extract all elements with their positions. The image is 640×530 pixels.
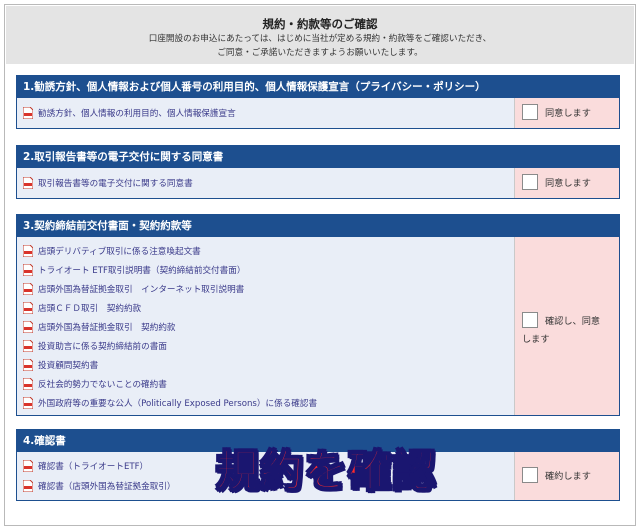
section-title: 1.勧誘方針、個人情報および個人番号の利用目的、個人情報保護宣言（プライバシー・… — [17, 76, 619, 98]
pdf-icon — [23, 460, 33, 472]
document-list: 店頭デリバティブ取引に係る注意喚起文書 トライオート ETF取引説明書（契約締結… — [17, 237, 514, 415]
agree-label: 同意します — [545, 108, 591, 119]
document-title: トライオート ETF取引説明書（契約締結前交付書面） — [38, 266, 246, 276]
pdf-icon — [23, 107, 33, 119]
agree-label: 確約します — [545, 471, 591, 482]
document-title: 店頭ＣＦＤ取引 契約約款 — [38, 304, 142, 314]
agree-option[interactable]: 同意します — [522, 104, 591, 120]
page-header: 規約・約款等のご確認 口座開設のお申込にあたっては、はじめに当社が定める規約・約… — [6, 6, 634, 64]
section-title: 2.取引報告書等の電子交付に関する同意書 — [17, 146, 619, 168]
pdf-icon — [23, 340, 33, 352]
pdf-icon — [23, 177, 33, 189]
document-link[interactable]: 店頭外国為替証拠金取引 インターネット取引説明書 — [23, 281, 244, 297]
agree-checkbox[interactable] — [522, 467, 538, 483]
document-link[interactable]: 勧誘方針、個人情報の利用目的、個人情報保護宣言 — [23, 105, 236, 121]
document-link[interactable]: 店頭ＣＦＤ取引 契約約款 — [23, 300, 141, 316]
agree-checkbox[interactable] — [522, 312, 538, 328]
agree-option[interactable]: 確認し、同意 — [522, 312, 600, 328]
document-link[interactable]: 店頭デリバティブ取引に係る注意喚起文書 — [23, 243, 201, 259]
document-link[interactable]: 投資助言に係る契約締結前の書面 — [23, 338, 167, 354]
document-title: 外国政府等の重要な公人（Politically Exposed Persons）… — [38, 399, 318, 409]
pdf-icon — [23, 283, 33, 295]
document-link[interactable]: 投資顧問契約書 — [23, 357, 98, 373]
section-title: 3.契約締結前交付書面・契約約款等 — [17, 215, 619, 237]
agree-label-continued: します — [522, 334, 550, 345]
agree-panel: 同意します — [514, 98, 619, 128]
document-title: 投資助言に係る契約締結前の書面 — [38, 342, 167, 352]
section-body: 勧誘方針、個人情報の利用目的、個人情報保護宣言 同意します — [17, 98, 619, 128]
pdf-icon — [23, 302, 33, 314]
document-title: 取引報告書等の電子交付に関する同意書 — [38, 179, 193, 189]
agree-panel: 同意します — [514, 168, 619, 198]
pdf-icon — [23, 321, 33, 333]
document-link[interactable]: 取引報告書等の電子交付に関する同意書 — [23, 175, 193, 191]
document-title: 勧誘方針、個人情報の利用目的、個人情報保護宣言 — [38, 109, 236, 119]
document-title: 確認書（トライオートETF） — [38, 462, 149, 472]
agree-panel: 確約します — [514, 452, 619, 500]
agree-checkbox[interactable] — [522, 104, 538, 120]
document-link[interactable]: 確認書（トライオートETF） — [23, 458, 148, 474]
pdf-icon — [23, 264, 33, 276]
document-link[interactable]: 確認書（店頭外国為替証拠金取引） — [23, 478, 176, 494]
document-link[interactable]: 店頭外国為替証拠金取引 契約約款 — [23, 319, 176, 335]
document-link[interactable]: トライオート ETF取引説明書（契約締結前交付書面） — [23, 262, 245, 278]
pdf-icon — [23, 359, 33, 371]
agree-label: 同意します — [545, 178, 591, 189]
agree-checkbox[interactable] — [522, 174, 538, 190]
section-privacy-policy: 1.勧誘方針、個人情報および個人番号の利用目的、個人情報保護宣言（プライバシー・… — [16, 75, 620, 129]
pdf-icon — [23, 245, 33, 257]
overlay-caption: 規約を確認 — [215, 446, 436, 498]
document-title: 確認書（店頭外国為替証拠金取引） — [38, 482, 176, 492]
document-title: 投資顧問契約書 — [38, 361, 99, 371]
pdf-icon — [23, 397, 33, 409]
document-list: 取引報告書等の電子交付に関する同意書 — [17, 168, 514, 198]
pdf-icon — [23, 378, 33, 390]
page-title: 規約・約款等のご確認 — [262, 17, 378, 31]
section-contract-documents: 3.契約締結前交付書面・契約約款等 店頭デリバティブ取引に係る注意喚起文書 トラ… — [16, 214, 620, 416]
section-body: 店頭デリバティブ取引に係る注意喚起文書 トライオート ETF取引説明書（契約締結… — [17, 237, 619, 415]
section-body: 取引報告書等の電子交付に関する同意書 同意します — [17, 168, 619, 198]
document-title: 店頭デリバティブ取引に係る注意喚起文書 — [38, 247, 201, 257]
intro-line-2: ご同意・ご承諾いただきますようお願いいたします。 — [217, 48, 423, 58]
document-title: 店頭外国為替証拠金取引 インターネット取引説明書 — [38, 285, 245, 295]
pdf-icon — [23, 480, 33, 492]
document-link[interactable]: 外国政府等の重要な公人（Politically Exposed Persons）… — [23, 395, 317, 411]
document-title: 店頭外国為替証拠金取引 契約約款 — [38, 323, 176, 333]
intro-line-1: 口座開設のお申込にあたっては、はじめに当社が定める規約・約款等をご確認いただき、 — [148, 34, 492, 44]
agree-panel: 確認し、同意 します — [514, 237, 619, 415]
document-title: 反社会的勢力でないことの確約書 — [38, 380, 167, 390]
agree-option[interactable]: 確約します — [522, 467, 591, 483]
document-link[interactable]: 反社会的勢力でないことの確約書 — [23, 376, 167, 392]
document-list: 勧誘方針、個人情報の利用目的、個人情報保護宣言 — [17, 98, 514, 128]
agree-label: 確認し、同意 — [545, 316, 601, 327]
agree-option[interactable]: 同意します — [522, 174, 591, 190]
section-electronic-delivery: 2.取引報告書等の電子交付に関する同意書 取引報告書等の電子交付に関する同意書 … — [16, 145, 620, 199]
